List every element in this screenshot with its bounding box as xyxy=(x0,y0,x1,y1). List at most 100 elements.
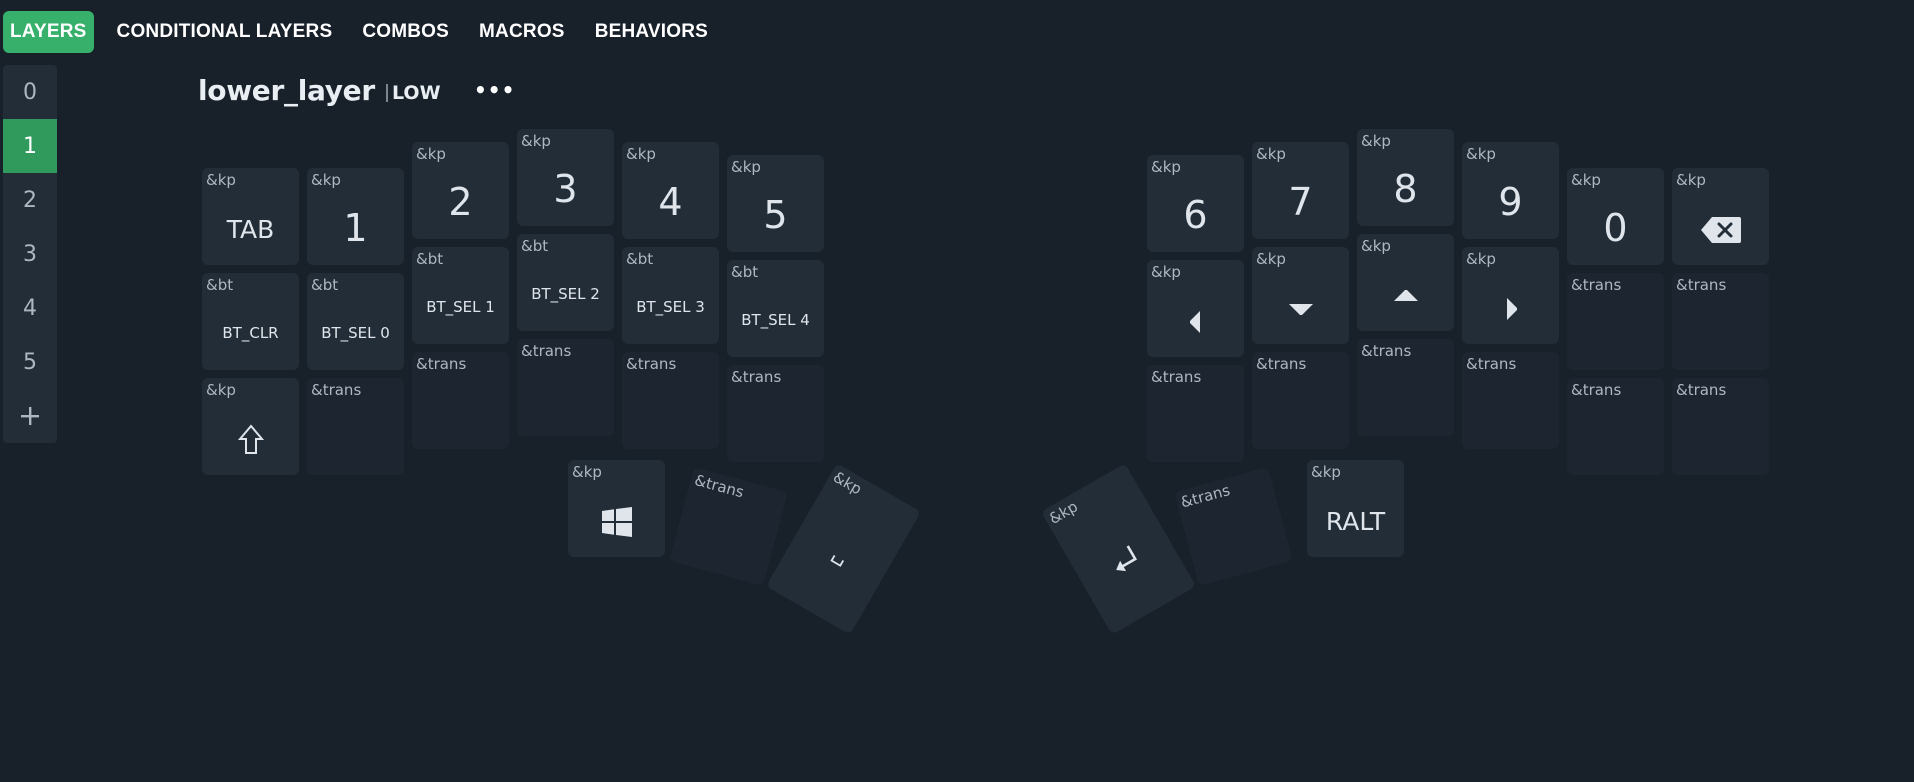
layer-item-1[interactable]: 1 xyxy=(3,119,57,173)
key-label: BT_SEL 1 xyxy=(426,297,495,316)
add-layer-button[interactable] xyxy=(3,389,57,443)
key-arrow-left[interactable]: &kp xyxy=(1147,260,1244,357)
key-trans[interactable]: &trans xyxy=(622,352,719,449)
key-trans[interactable]: &trans xyxy=(1462,352,1559,449)
key-trans[interactable]: &trans xyxy=(1252,352,1349,449)
key-behavior: &kp xyxy=(206,171,236,189)
key-arrow-right[interactable]: &kp xyxy=(1462,247,1559,344)
key-1[interactable]: &kp 1 xyxy=(307,168,404,265)
key-bt-sel-4[interactable]: &bt BT_SEL 4 xyxy=(727,260,824,357)
keymap-editor: LAYERS CONDITIONAL LAYERS COMBOS MACROS … xyxy=(0,0,1914,782)
key-label: 7 xyxy=(1288,179,1313,224)
key-behavior: &kp xyxy=(1676,171,1706,189)
key-label xyxy=(1672,194,1769,265)
backspace-icon xyxy=(1700,216,1741,243)
key-trans[interactable]: &trans xyxy=(1567,273,1664,370)
key-behavior: &bt xyxy=(311,276,339,294)
key-6[interactable]: &kp 6 xyxy=(1147,155,1244,252)
key-trans[interactable]: &trans xyxy=(727,365,824,462)
tab-combos[interactable]: COMBOS xyxy=(347,11,464,53)
key-behavior: &trans xyxy=(416,355,467,373)
key-backspace[interactable]: &kp xyxy=(1672,168,1769,265)
key-bt-sel-2[interactable]: &bt BT_SEL 2 xyxy=(517,234,614,331)
key-behavior: &trans xyxy=(1151,368,1202,386)
key-behavior: &kp xyxy=(311,171,341,189)
key-behavior: &trans xyxy=(1571,381,1622,399)
key-behavior: &trans xyxy=(311,381,362,399)
key-enter[interactable]: &kp xyxy=(1040,463,1197,635)
key-label: BT_SEL 4 xyxy=(741,310,810,329)
key-trans[interactable]: &trans xyxy=(1672,273,1769,370)
key-3[interactable]: &kp 3 xyxy=(517,129,614,226)
key-label xyxy=(568,486,665,557)
key-label: 5 xyxy=(763,192,788,237)
key-tab[interactable]: &kp TAB xyxy=(202,168,299,265)
key-trans[interactable]: &trans xyxy=(1174,467,1293,586)
key-bt-sel-0[interactable]: &bt BT_SEL 0 xyxy=(307,273,404,370)
key-label xyxy=(1357,260,1454,331)
layer-item-0[interactable]: 0 xyxy=(3,65,57,119)
key-label: BT_SEL 0 xyxy=(321,323,390,342)
key-bt-clr[interactable]: &bt BT_CLR xyxy=(202,273,299,370)
layer-short-name[interactable]: LOW xyxy=(386,82,441,104)
key-behavior: &kp xyxy=(1311,463,1341,481)
layer-item-2[interactable]: 2 xyxy=(3,173,57,227)
key-space[interactable]: &kp xyxy=(765,463,922,635)
key-7[interactable]: &kp 7 xyxy=(1252,142,1349,239)
key-behavior: &kp xyxy=(1361,132,1391,150)
tab-macros[interactable]: MACROS xyxy=(464,11,580,53)
shift-arrow-icon xyxy=(237,423,264,454)
layer-item-3[interactable]: 3 xyxy=(3,227,57,281)
key-trans[interactable]: &trans xyxy=(1567,378,1664,475)
layer-sidebar: 0 1 2 3 4 5 xyxy=(3,65,57,443)
key-trans[interactable]: &trans xyxy=(1147,365,1244,462)
key-trans[interactable]: &trans xyxy=(412,352,509,449)
key-8[interactable]: &kp 8 xyxy=(1357,129,1454,226)
key-behavior: &kp xyxy=(1466,145,1496,163)
key-behavior: &bt xyxy=(206,276,234,294)
key-behavior: &bt xyxy=(626,250,654,268)
key-trans[interactable]: &trans xyxy=(1672,378,1769,475)
key-9[interactable]: &kp 9 xyxy=(1462,142,1559,239)
key-2[interactable]: &kp 2 xyxy=(412,142,509,239)
key-4[interactable]: &kp 4 xyxy=(622,142,719,239)
tab-behaviors[interactable]: BEHAVIORS xyxy=(580,11,723,53)
key-trans[interactable]: &trans xyxy=(517,339,614,436)
key-behavior: &trans xyxy=(626,355,677,373)
key-label: 9 xyxy=(1498,179,1523,224)
key-ralt[interactable]: &kp RALT xyxy=(1307,460,1404,557)
top-nav: LAYERS CONDITIONAL LAYERS COMBOS MACROS … xyxy=(3,10,723,54)
key-arrow-down[interactable]: &kp xyxy=(1252,247,1349,344)
key-0[interactable]: &kp 0 xyxy=(1567,168,1664,265)
key-behavior: &trans xyxy=(692,471,746,502)
tab-layers[interactable]: LAYERS xyxy=(3,11,94,53)
key-behavior: &kp xyxy=(626,145,656,163)
plus-icon xyxy=(21,407,39,425)
key-shift[interactable]: &kp xyxy=(202,378,299,475)
tab-conditional-layers[interactable]: CONDITIONAL LAYERS xyxy=(102,11,348,53)
enter-icon xyxy=(1115,545,1137,572)
key-bt-sel-1[interactable]: &bt BT_SEL 1 xyxy=(412,247,509,344)
key-lgui[interactable]: &kp xyxy=(568,460,665,557)
key-behavior: &kp xyxy=(416,145,446,163)
key-bt-sel-3[interactable]: &bt BT_SEL 3 xyxy=(622,247,719,344)
key-behavior: &trans xyxy=(731,368,782,386)
key-behavior: &kp xyxy=(572,463,602,481)
key-trans[interactable]: &trans xyxy=(307,378,404,475)
layer-item-5[interactable]: 5 xyxy=(3,335,57,389)
key-label: 8 xyxy=(1393,166,1418,211)
layer-menu-button[interactable]: ••• xyxy=(474,78,515,102)
key-trans[interactable]: &trans xyxy=(669,467,788,586)
key-trans[interactable]: &trans xyxy=(1357,339,1454,436)
arrow-right-icon xyxy=(1506,297,1517,320)
key-5[interactable]: &kp 5 xyxy=(727,155,824,252)
key-label: 6 xyxy=(1183,192,1208,237)
layer-name[interactable]: lower_layer xyxy=(198,74,375,107)
layer-item-4[interactable]: 4 xyxy=(3,281,57,335)
key-label: 2 xyxy=(448,179,473,224)
key-behavior: &kp xyxy=(1256,250,1286,268)
key-behavior: &kp xyxy=(521,132,551,150)
key-behavior: &bt xyxy=(521,237,549,255)
key-behavior: &kp xyxy=(731,158,761,176)
key-arrow-up[interactable]: &kp xyxy=(1357,234,1454,331)
